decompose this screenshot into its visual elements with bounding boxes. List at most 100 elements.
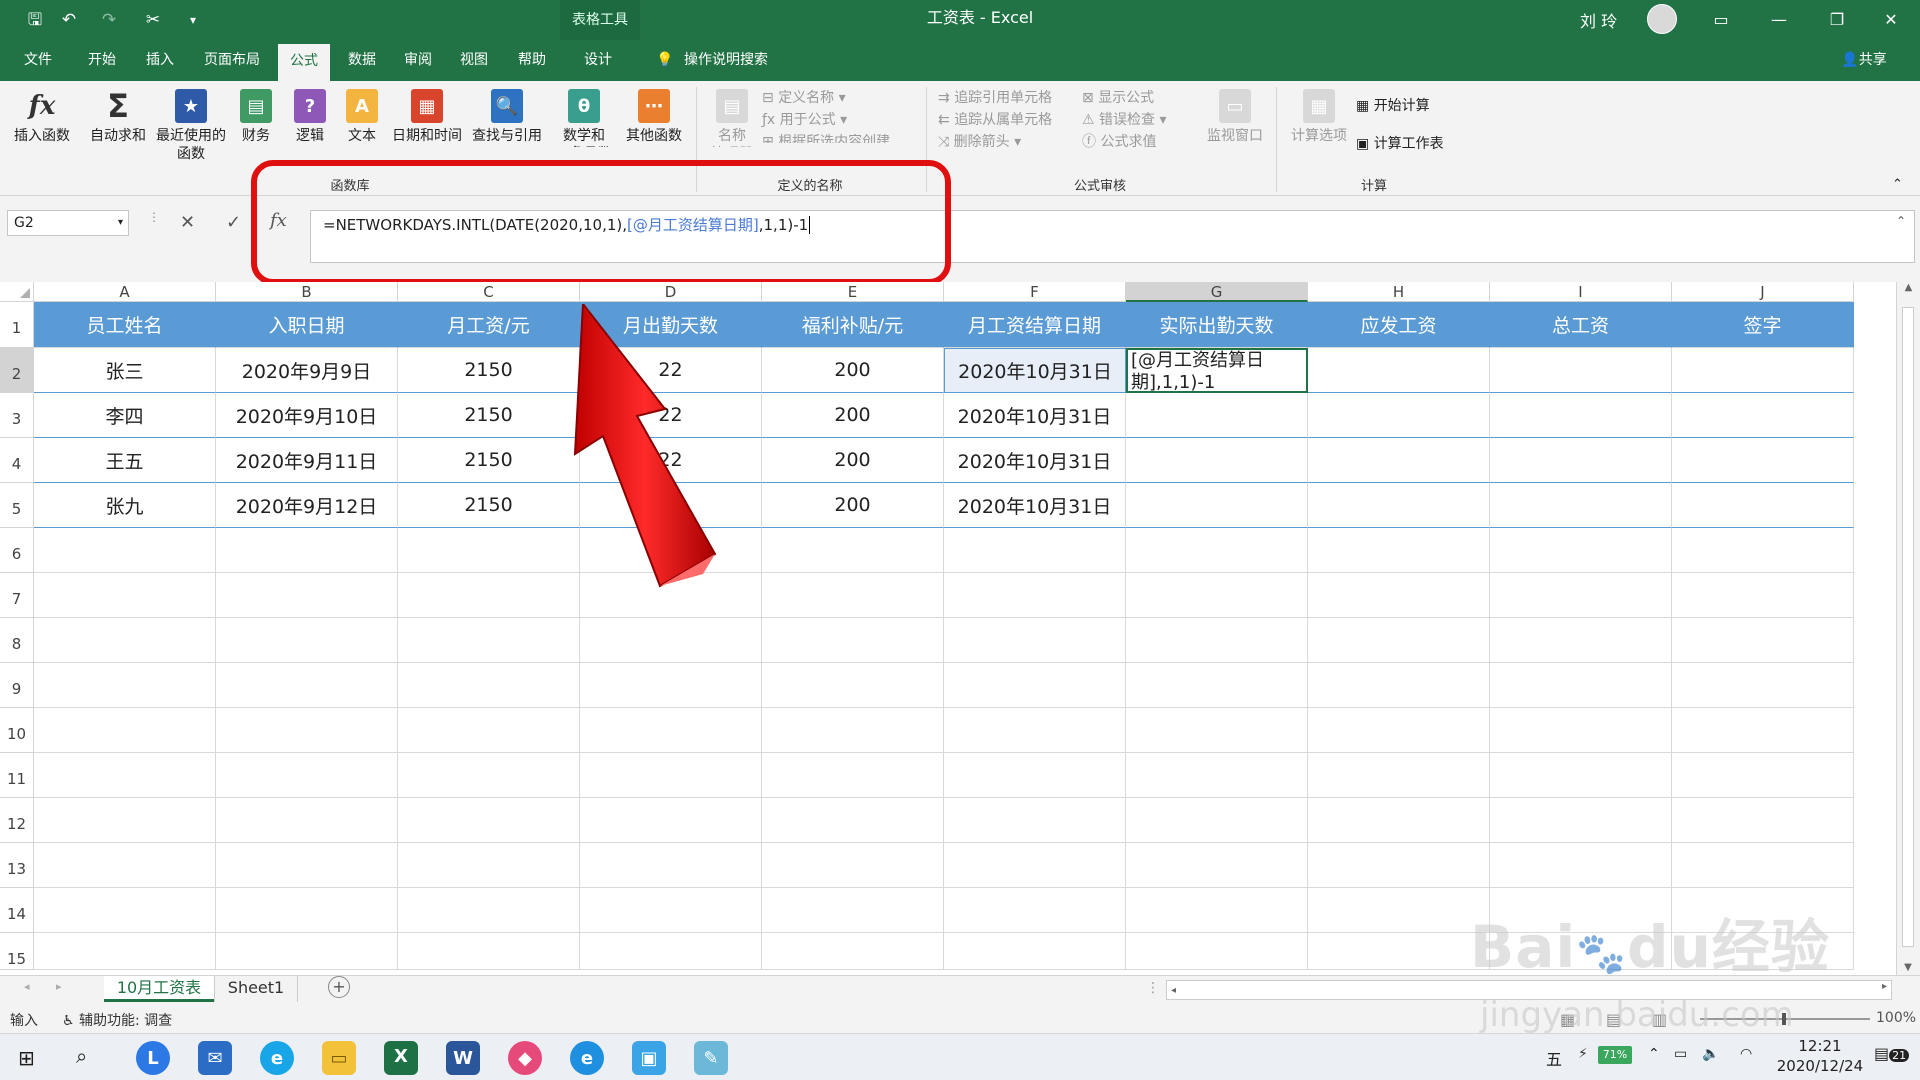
empty-cell[interactable]	[1490, 708, 1672, 753]
empty-cell[interactable]	[1126, 618, 1308, 663]
collapse-formula-bar-icon[interactable]: ⌃	[1896, 214, 1906, 228]
volume-icon[interactable]: 🔈	[1702, 1046, 1719, 1062]
empty-cell[interactable]	[580, 933, 762, 970]
column-header-g[interactable]: G	[1126, 282, 1308, 302]
table-cell[interactable]	[1672, 438, 1854, 483]
empty-cell[interactable]	[398, 843, 580, 888]
notification-icon[interactable]: ▤ 21	[1874, 1044, 1910, 1063]
minimize-button[interactable]: —	[1750, 0, 1808, 40]
empty-cell[interactable]	[34, 798, 216, 843]
table-cell[interactable]: 2150	[398, 348, 580, 393]
calc-options-button[interactable]: ▦ 计算选项	[1284, 89, 1354, 145]
financial-button[interactable]: ▤ 财务	[236, 89, 276, 145]
empty-cell[interactable]	[1126, 753, 1308, 798]
table-cell[interactable]: 200	[762, 483, 944, 528]
table-cell[interactable]: 2150	[398, 438, 580, 483]
row-header[interactable]: 15	[0, 933, 34, 970]
table-cell[interactable]: 张三	[34, 348, 216, 393]
table-cell[interactable]	[1490, 393, 1672, 438]
column-header-j[interactable]: J	[1672, 282, 1854, 302]
use-in-formula-button[interactable]: ƒx 用于公式 ▾	[762, 109, 890, 131]
table-cell[interactable]: 张九	[34, 483, 216, 528]
recently-used-button[interactable]: ★ 最近使用的 函数	[152, 89, 230, 163]
empty-cell[interactable]	[1490, 798, 1672, 843]
empty-cell[interactable]	[944, 708, 1126, 753]
browser-e-icon[interactable]: e	[260, 1041, 294, 1075]
paint-icon[interactable]: ◆	[508, 1041, 542, 1075]
table-cell[interactable]: 2020年9月11日	[216, 438, 398, 483]
table-cell[interactable]: 2150	[398, 483, 580, 528]
splitter-icon[interactable]: ⋮	[1146, 980, 1160, 996]
create-from-selection-button[interactable]: ⊞ 根据所选内容创建	[762, 131, 890, 143]
empty-cell[interactable]	[1308, 618, 1490, 663]
row-header[interactable]: 9	[0, 663, 34, 708]
table-cell[interactable]: 李四	[34, 393, 216, 438]
table-cell[interactable]: 2020年10月31日	[944, 393, 1126, 438]
empty-cell[interactable]	[1126, 528, 1308, 573]
row-header[interactable]: 3	[0, 393, 34, 438]
redo-icon[interactable]: ↷	[96, 8, 122, 32]
column-header-a[interactable]: A	[34, 282, 216, 302]
empty-cell[interactable]	[762, 888, 944, 933]
show-formulas-button[interactable]: ⊠ 显示公式	[1082, 87, 1167, 109]
empty-cell[interactable]	[216, 528, 398, 573]
enter-icon[interactable]: ✓	[226, 212, 241, 233]
worksheet-grid[interactable]: ABCDEFGHIJ 1 2 3 4 5 6 7 8 9 10 11 12 13 14 15 员工姓名 入职日…	[0, 282, 1920, 975]
column-header-f[interactable]: F	[944, 282, 1126, 302]
empty-cell[interactable]	[216, 573, 398, 618]
table-header-cell[interactable]: 签字	[1672, 302, 1854, 348]
table-cell[interactable]: 2020年10月31日	[944, 348, 1126, 393]
add-sheet-icon[interactable]: +	[328, 976, 350, 998]
row-header[interactable]: 2	[0, 348, 34, 393]
empty-cell[interactable]	[398, 573, 580, 618]
empty-cell[interactable]	[216, 753, 398, 798]
empty-cell[interactable]	[762, 528, 944, 573]
math-trig-button[interactable]: θ数学和 三角函数	[552, 89, 616, 147]
empty-cell[interactable]	[1308, 933, 1490, 970]
more-functions-button[interactable]: ⋯ 其他函数	[620, 89, 688, 145]
mail-icon[interactable]: ✉	[198, 1041, 232, 1075]
lookup-reference-button[interactable]: 🔍 查找与引用	[468, 89, 546, 145]
clock-time[interactable]: 12:21	[1770, 1037, 1870, 1055]
table-cell[interactable]	[1490, 438, 1672, 483]
cut-icon[interactable]: ✂	[140, 8, 166, 32]
table-header-cell[interactable]: 月工资结算日期	[944, 302, 1126, 348]
user-name[interactable]: 刘 玲	[1580, 8, 1617, 32]
clock-date[interactable]: 2020/12/24	[1760, 1057, 1880, 1075]
empty-cell[interactable]	[1672, 618, 1854, 663]
empty-cell[interactable]	[580, 888, 762, 933]
active-cell-g2[interactable]: [@月工资结算日 期],1,1)-1	[1126, 348, 1308, 393]
table-cell[interactable]	[1308, 348, 1490, 393]
tab-view[interactable]: 视图	[452, 40, 496, 81]
tab-insert[interactable]: 插入	[136, 40, 184, 81]
empty-cell[interactable]	[1308, 528, 1490, 573]
empty-cell[interactable]	[1490, 663, 1672, 708]
empty-cell[interactable]	[216, 663, 398, 708]
empty-cell[interactable]	[762, 663, 944, 708]
word-icon[interactable]: W	[446, 1041, 480, 1075]
table-cell[interactable]: 2020年9月9日	[216, 348, 398, 393]
column-header-d[interactable]: D	[580, 282, 762, 302]
empty-cell[interactable]	[944, 663, 1126, 708]
calculate-now-button[interactable]: ▦ 开始计算	[1356, 95, 1444, 133]
empty-cell[interactable]	[762, 798, 944, 843]
table-header-cell[interactable]: 员工姓名	[34, 302, 216, 348]
empty-cell[interactable]	[762, 573, 944, 618]
battery-icon[interactable]: ▭	[1674, 1046, 1687, 1062]
empty-cell[interactable]	[1126, 798, 1308, 843]
table-cell[interactable]: 2020年10月31日	[944, 438, 1126, 483]
table-cell[interactable]: 2020年9月12日	[216, 483, 398, 528]
empty-cell[interactable]	[1490, 573, 1672, 618]
chevron-up-icon[interactable]: ⌃	[1648, 1046, 1660, 1062]
row-header[interactable]: 4	[0, 438, 34, 483]
column-header-i[interactable]: I	[1490, 282, 1672, 302]
table-header-cell[interactable]: 总工资	[1490, 302, 1672, 348]
vertical-scrollbar[interactable]: ▲ ▼	[1896, 282, 1920, 975]
empty-cell[interactable]	[398, 663, 580, 708]
row-header[interactable]: 8	[0, 618, 34, 663]
search-icon[interactable]: ⌕	[76, 1044, 87, 1068]
empty-cell[interactable]	[944, 528, 1126, 573]
undo-icon[interactable]: ↶	[56, 8, 82, 32]
empty-cell[interactable]	[580, 753, 762, 798]
row-header[interactable]: 13	[0, 843, 34, 888]
